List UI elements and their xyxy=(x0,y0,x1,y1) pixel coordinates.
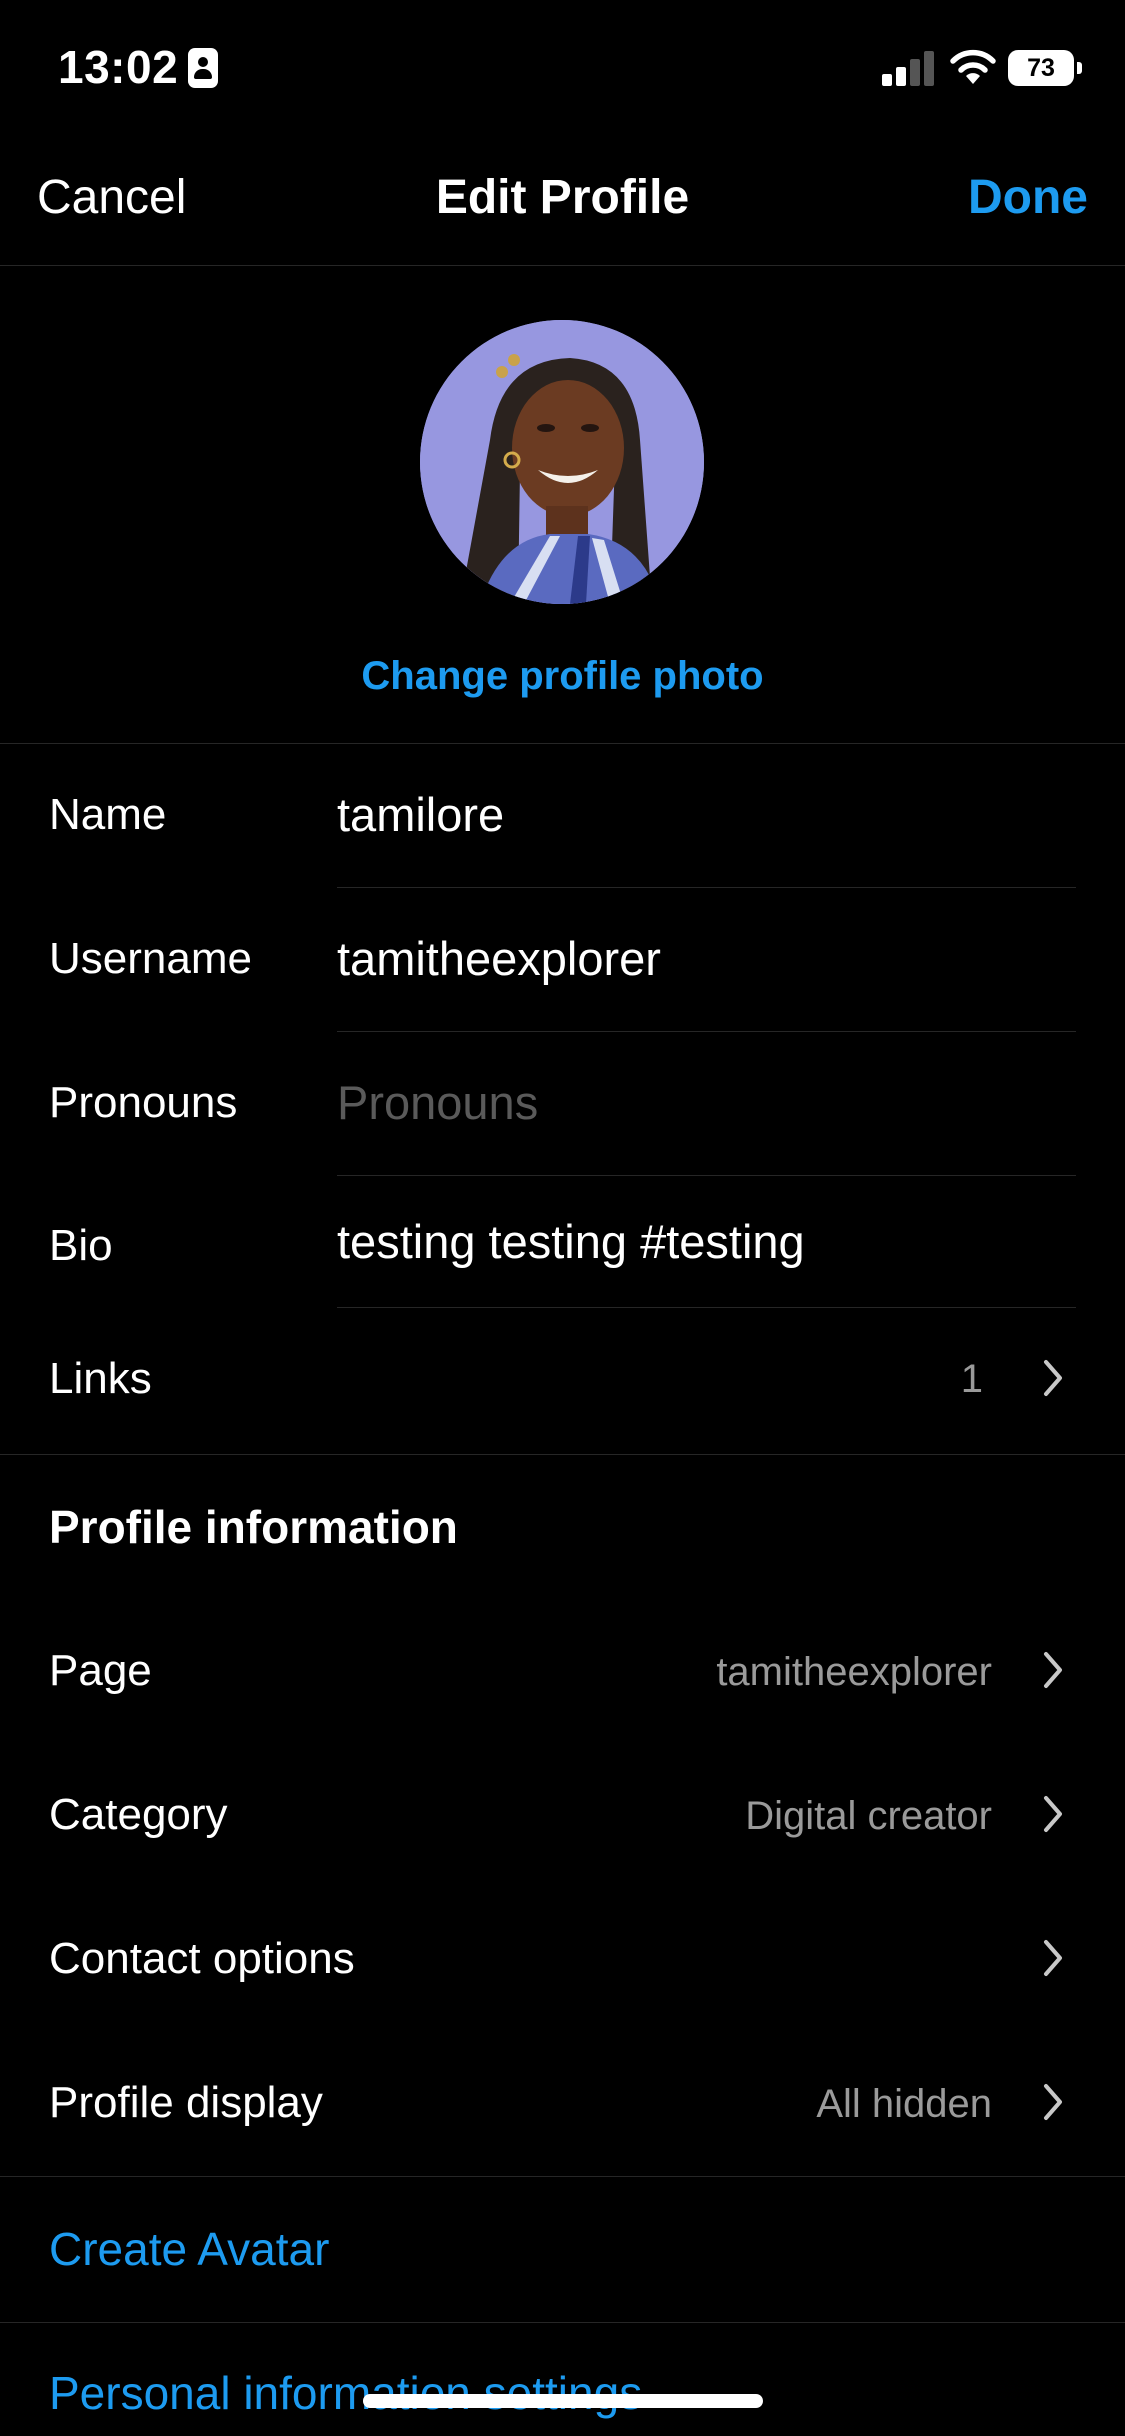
cancel-button[interactable]: Cancel xyxy=(37,170,186,225)
page-label: Page xyxy=(49,1646,152,1695)
category-label: Category xyxy=(49,1790,228,1839)
contact-options-label: Contact options xyxy=(49,1934,355,1983)
profile-display-value: All hidden xyxy=(816,2082,992,2126)
bio-row[interactable]: Bio testing testing #testing xyxy=(0,1176,1125,1308)
battery-level: 73 xyxy=(1008,50,1074,86)
wifi-icon xyxy=(950,49,996,84)
contact-options-row[interactable]: Contact options xyxy=(0,1888,1125,2032)
chevron-right-icon xyxy=(1044,1796,1062,1832)
links-label: Links xyxy=(49,1354,152,1403)
links-row[interactable]: Links 1 xyxy=(0,1308,1125,1454)
links-count: 1 xyxy=(960,1357,983,1401)
profile-avatar[interactable] xyxy=(420,320,704,604)
create-avatar-link[interactable]: Create Avatar xyxy=(49,2222,329,2276)
bio-field[interactable]: testing testing #testing xyxy=(337,1214,805,1269)
profile-information-heading: Profile information xyxy=(49,1501,458,1553)
bio-label: Bio xyxy=(49,1221,113,1270)
change-profile-photo-link[interactable]: Change profile photo xyxy=(0,654,1125,699)
edit-profile-screen: 13:02 73 Cancel Edit Profile Done Change… xyxy=(0,0,1125,2436)
chevron-right-icon xyxy=(1044,1360,1062,1396)
category-value: Digital creator xyxy=(745,1794,992,1838)
chevron-right-icon xyxy=(1044,1652,1062,1688)
personal-information-settings-link[interactable]: Personal information settings xyxy=(49,2366,642,2420)
chevron-right-icon xyxy=(1044,2084,1062,2120)
page-value: tamitheexplorer xyxy=(716,1650,992,1694)
navigation-bar: Cancel Edit Profile Done xyxy=(0,150,1125,266)
section-divider xyxy=(0,2176,1125,2177)
profile-photo-section: Change profile photo xyxy=(0,266,1125,744)
username-field[interactable]: tamitheexplorer xyxy=(337,931,661,986)
page-row[interactable]: Page tamitheexplorer xyxy=(0,1600,1125,1744)
battery-icon: 73 xyxy=(1008,50,1082,86)
chevron-right-icon xyxy=(1044,1940,1062,1976)
category-row[interactable]: Category Digital creator xyxy=(0,1744,1125,1888)
section-divider xyxy=(0,1454,1125,1455)
name-field[interactable]: tamilore xyxy=(337,787,504,842)
name-label: Name xyxy=(49,790,167,839)
profile-photo-image xyxy=(420,320,704,604)
profile-display-row[interactable]: Profile display All hidden xyxy=(0,2032,1125,2176)
id-card-icon xyxy=(188,48,218,88)
status-time: 13:02 xyxy=(58,41,179,93)
status-bar: 13:02 73 xyxy=(0,0,1125,132)
cellular-signal-icon xyxy=(882,50,934,86)
section-divider xyxy=(0,2322,1125,2323)
pronouns-label: Pronouns xyxy=(49,1078,238,1127)
name-row[interactable]: Name tamilore xyxy=(0,744,1125,888)
username-row[interactable]: Username tamitheexplorer xyxy=(0,888,1125,1032)
username-label: Username xyxy=(49,934,252,983)
home-indicator xyxy=(363,2394,763,2408)
pronouns-row[interactable]: Pronouns Pronouns xyxy=(0,1032,1125,1176)
pronouns-field[interactable]: Pronouns xyxy=(337,1075,538,1130)
done-button[interactable]: Done xyxy=(968,170,1088,225)
profile-display-label: Profile display xyxy=(49,2078,323,2127)
